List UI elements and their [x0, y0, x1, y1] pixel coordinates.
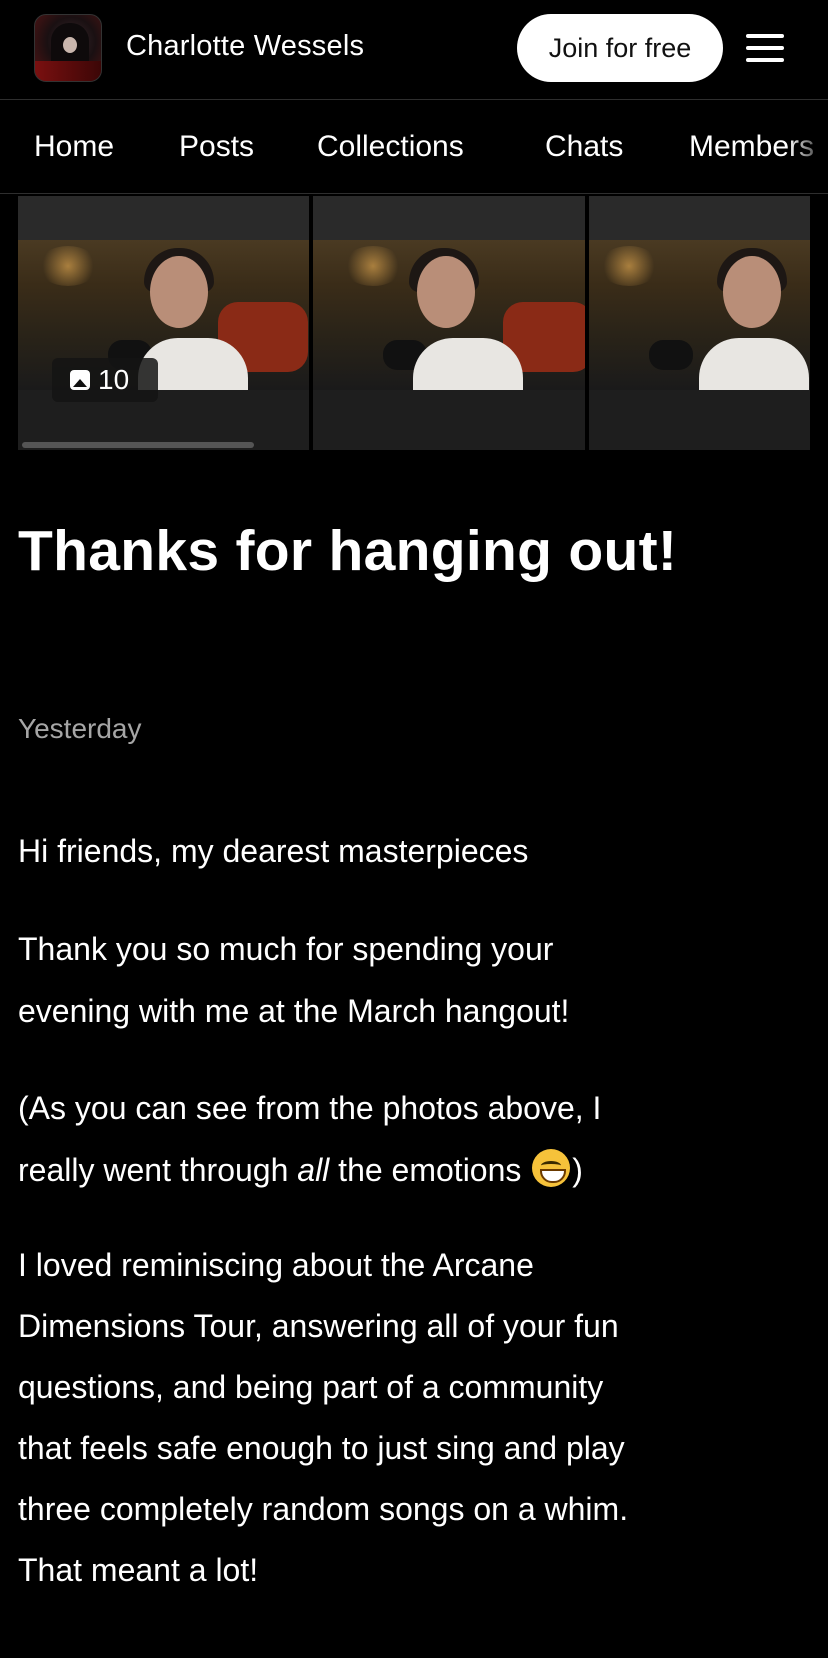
body-line: really went through all the emotions ): [18, 1139, 583, 1201]
creator-nav: Home Posts Collections Chats Members: [0, 100, 828, 194]
nav-collections[interactable]: Collections: [317, 130, 464, 164]
post-title: Thanks for hanging out!: [18, 519, 678, 583]
nav-chats[interactable]: Chats: [545, 130, 623, 164]
hamburger-menu-icon[interactable]: [746, 34, 784, 64]
creator-name[interactable]: Charlotte Wessels: [126, 30, 364, 63]
gallery-photo[interactable]: [18, 196, 309, 450]
grinning-face-emoji-icon: [532, 1149, 571, 1187]
photo-count-badge: 10: [52, 358, 158, 402]
body-line: That meant a lot!: [18, 1552, 259, 1588]
gallery-photo[interactable]: [313, 196, 585, 450]
body-line: (As you can see from the photos above, I: [18, 1090, 602, 1126]
gallery-scrollbar-thumb[interactable]: [22, 442, 254, 448]
body-line: Hi friends, my dearest masterpieces: [18, 833, 529, 869]
top-bar: Charlotte Wessels Join for free: [0, 0, 828, 100]
body-line: questions, and being part of a community: [18, 1369, 604, 1405]
body-line: Thank you so much for spending your: [18, 931, 554, 967]
nav-fade: [788, 100, 828, 193]
body-line: I loved reminiscing about the Arcane: [18, 1247, 534, 1283]
image-icon: [70, 370, 90, 390]
join-for-free-button[interactable]: Join for free: [517, 14, 723, 82]
photo-gallery[interactable]: 10: [18, 196, 810, 450]
creator-avatar[interactable]: [34, 14, 102, 82]
body-line: that feels safe enough to just sing and …: [18, 1430, 625, 1466]
body-emphasis: all: [297, 1152, 330, 1188]
body-text: ): [572, 1152, 583, 1188]
body-line: Dimensions Tour, answering all of your f…: [18, 1308, 619, 1344]
post-date: Yesterday: [18, 713, 142, 744]
nav-home[interactable]: Home: [34, 130, 114, 164]
avatar-face: [63, 37, 77, 53]
photo-count: 10: [98, 364, 130, 395]
body-line: three completely random songs on a whim.: [18, 1491, 629, 1527]
body-text: the emotions: [329, 1152, 531, 1188]
nav-posts[interactable]: Posts: [179, 130, 254, 164]
gallery-scrollbar[interactable]: [18, 442, 810, 448]
body-line: evening with me at the March hangout!: [18, 993, 570, 1029]
gallery-photo[interactable]: [589, 196, 810, 450]
body-text: really went through: [18, 1152, 298, 1188]
avatar-accent: [35, 61, 101, 81]
